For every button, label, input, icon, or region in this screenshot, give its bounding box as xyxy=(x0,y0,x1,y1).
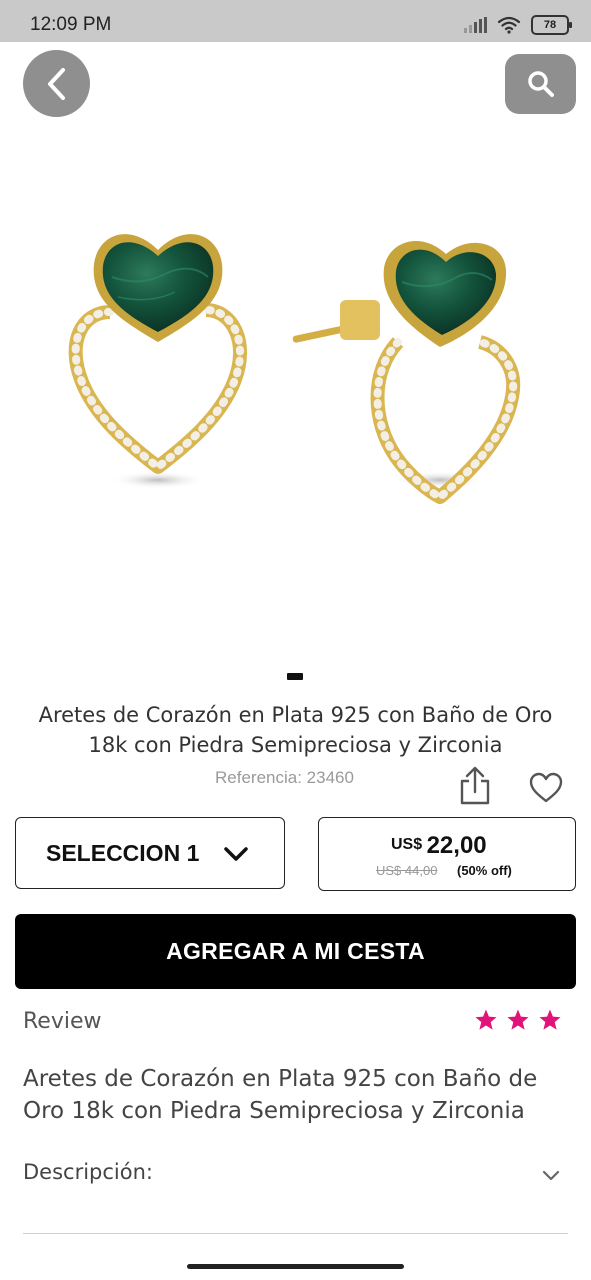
chevron-down-icon xyxy=(542,1170,560,1181)
variant-select-value: SELECCION 1 xyxy=(46,839,200,866)
description-accordion[interactable]: Descripción: xyxy=(23,1160,568,1194)
discount-label: (50% off) xyxy=(457,863,512,878)
battery-icon: 78 xyxy=(531,15,572,35)
share-icon[interactable] xyxy=(458,766,492,806)
rating-stars xyxy=(474,1008,562,1032)
home-indicator[interactable] xyxy=(187,1264,404,1269)
status-time: 12:09 PM xyxy=(30,14,112,35)
heart-earrings-image xyxy=(68,234,521,504)
price-currency: US$ xyxy=(391,836,423,853)
description-title: Aretes de Corazón en Plata 925 con Baño … xyxy=(23,1066,538,1124)
star-icon xyxy=(539,1009,561,1030)
wifi-icon xyxy=(497,16,521,34)
star-icon xyxy=(475,1009,497,1030)
product-reference: Referencia: 23460 xyxy=(215,768,354,787)
variant-select[interactable]: SELECCION 1 xyxy=(15,817,285,889)
chevron-down-icon xyxy=(224,847,248,861)
product-title: Aretes de Corazón en Plata 925 con Baño … xyxy=(38,703,553,757)
star-icon xyxy=(507,1009,529,1030)
heart-icon[interactable] xyxy=(528,771,564,805)
status-icons: 78 xyxy=(464,14,572,36)
status-bar: 12:09 PM 78 xyxy=(0,0,591,42)
price-value: 22,00 xyxy=(426,832,487,859)
old-price: US$ 44,00 xyxy=(376,863,438,878)
review-label: Review xyxy=(23,1009,102,1034)
gallery-indicator xyxy=(287,673,303,680)
search-button[interactable] xyxy=(505,54,576,114)
product-image-gallery[interactable] xyxy=(0,42,591,662)
search-icon xyxy=(527,71,554,97)
description-label: Descripción: xyxy=(23,1160,153,1184)
divider xyxy=(23,1233,568,1234)
current-price: US$ 22,00 xyxy=(391,832,487,860)
add-to-cart-button[interactable]: AGREGAR A MI CESTA xyxy=(15,914,576,989)
back-button[interactable] xyxy=(23,50,90,117)
signal-icon xyxy=(464,17,487,33)
chevron-left-icon xyxy=(47,67,65,100)
price-box: US$ 22,00 US$ 44,00 (50% off) xyxy=(318,817,576,891)
